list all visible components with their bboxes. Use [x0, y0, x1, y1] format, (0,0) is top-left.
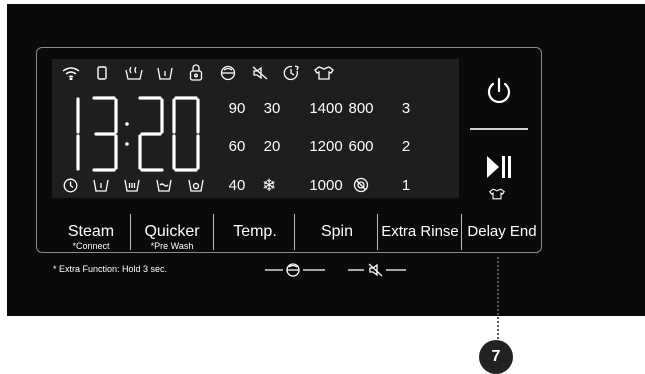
rinse-icon	[156, 179, 172, 192]
play-pause-icon[interactable]	[485, 154, 513, 180]
temp-value: 60	[228, 138, 246, 155]
temp-value: 40	[228, 177, 246, 194]
drum-clean-icon	[157, 66, 173, 80]
separator	[377, 214, 378, 250]
spin-value: 800	[348, 100, 374, 117]
divider	[470, 128, 528, 130]
spin-button[interactable]: Spin	[302, 223, 372, 241]
wash-icon	[124, 179, 140, 192]
temp-button[interactable]: Temp.	[220, 223, 290, 241]
power-icon[interactable]	[484, 76, 514, 106]
steam-button[interactable]: Steam	[56, 223, 126, 241]
temp-value: 30	[263, 100, 281, 117]
extra-rinse-hold-icon	[263, 262, 331, 278]
extra-function-note: * Extra Function: Hold 3 sec.	[53, 264, 168, 274]
callout-leader	[497, 257, 499, 339]
wifi-icon	[62, 66, 80, 80]
rinse-level: 2	[401, 138, 411, 155]
rinse-level: 3	[401, 100, 411, 117]
separator	[130, 214, 131, 250]
spin-value: 1000	[309, 177, 343, 194]
spin-value: 1200	[309, 138, 343, 155]
spin-dry-icon	[188, 179, 204, 192]
temp-value: 90	[228, 100, 246, 117]
mute-icon	[252, 66, 268, 80]
quicker-button[interactable]: Quicker	[136, 223, 208, 241]
phone-icon	[97, 66, 107, 80]
spin-value: 600	[348, 138, 374, 155]
quick-icon	[314, 66, 334, 80]
time-display	[66, 96, 208, 177]
snowflake-icon: ❄	[262, 176, 277, 195]
timer-icon	[63, 178, 78, 193]
rinse-level: 1	[401, 177, 411, 194]
separator	[461, 214, 462, 250]
steam-icon	[124, 66, 144, 80]
quicker-sub-label: *Pre Wash	[150, 241, 194, 251]
separator	[213, 214, 214, 250]
delay-end-button[interactable]: Delay End	[463, 223, 541, 240]
separator	[294, 214, 295, 250]
temp-value: 20	[263, 138, 281, 155]
mute-hold-icon	[346, 262, 410, 278]
quick-icon	[489, 188, 505, 200]
extra-rinse-icon	[219, 65, 237, 81]
extra-rinse-button[interactable]: Extra Rinse	[379, 223, 461, 240]
prewash-icon	[93, 179, 109, 192]
delay-end-icon	[283, 65, 300, 81]
steam-sub-label: *Connect	[72, 241, 110, 251]
callout-number: 7	[479, 340, 513, 374]
no-spin-icon	[353, 177, 369, 193]
spin-value: 1400	[309, 100, 343, 117]
child-lock-icon	[189, 64, 203, 81]
